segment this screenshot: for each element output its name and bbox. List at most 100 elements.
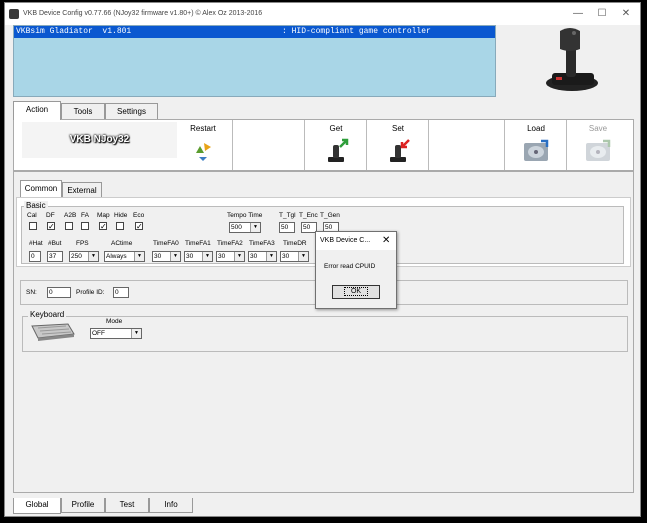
hide-label: Hide: [114, 212, 128, 219]
timefa1-value: 30: [186, 253, 194, 260]
t-enc-label: T_Enc: [299, 212, 318, 219]
keyboard-group-label: Keyboard: [28, 310, 67, 319]
set-button[interactable]: Set: [368, 120, 428, 170]
chevron-down-icon: ▼: [170, 252, 180, 261]
sn-input[interactable]: 0: [47, 287, 71, 298]
basic-group-label: Basic: [24, 201, 48, 210]
timefa2-value: 30: [218, 253, 226, 260]
tab-tools[interactable]: Tools: [61, 103, 105, 119]
load-label: Load: [527, 124, 545, 133]
toolbar-separator: [304, 120, 305, 170]
device-list[interactable]: VKBsim Gladiator v1.801 : HID-compliant …: [13, 25, 496, 97]
tab-action[interactable]: Action: [13, 101, 61, 120]
profile-id-input[interactable]: 0: [113, 287, 129, 298]
get-button[interactable]: Get: [306, 120, 366, 170]
hat-input[interactable]: 0: [29, 251, 41, 262]
get-label: Get: [329, 124, 343, 133]
t-tgl-input[interactable]: 50: [279, 222, 295, 233]
timefa3-label: TimeFA3: [249, 240, 275, 247]
tempo-time-label: Tempo Time: [227, 212, 263, 219]
profile-id-label: Profile ID:: [76, 289, 105, 296]
hat-label: #Hat: [29, 240, 43, 247]
title-bar: VKB Device Config v0.77.66 (NJoy32 firmw…: [5, 3, 640, 25]
restart-button[interactable]: Restart: [174, 120, 232, 170]
minimize-button[interactable]: —: [568, 8, 588, 20]
timefa2-select[interactable]: 30 ▼: [216, 251, 245, 262]
tab-global[interactable]: Global: [13, 498, 61, 514]
joystick-set-icon: [390, 139, 410, 162]
tab-settings[interactable]: Settings: [105, 103, 158, 119]
fps-label: FPS: [76, 240, 89, 247]
app-icon: [9, 9, 19, 19]
ok-label: OK: [343, 287, 369, 296]
save-label: Save: [588, 124, 608, 133]
device-list-item-selected[interactable]: VKBsim Gladiator v1.801 : HID-compliant …: [14, 26, 495, 38]
fps-select[interactable]: 250 ▼: [69, 251, 99, 262]
a2b-label: A2B: [64, 212, 77, 219]
but-input[interactable]: 37: [47, 251, 63, 262]
mode-label: Mode: [106, 318, 123, 325]
map-label: Map: [97, 212, 110, 219]
toolbar-separator: [504, 120, 505, 170]
dialog-title: VKB Device C...: [320, 237, 371, 244]
dialog-close-button[interactable]: ✕: [382, 235, 390, 246]
actime-select[interactable]: Always ▼: [104, 251, 145, 262]
fa-label: FA: [81, 212, 89, 219]
sn-label: SN:: [26, 289, 37, 296]
fa-checkbox[interactable]: [81, 222, 89, 230]
mode-select[interactable]: OFF ▼: [90, 328, 142, 339]
timefa0-select[interactable]: 30 ▼: [152, 251, 181, 262]
app-window: VKB Device Config v0.77.66 (NJoy32 firmw…: [4, 2, 641, 517]
tempo-time-select[interactable]: 500 ▼: [229, 222, 261, 233]
ok-button[interactable]: OK: [332, 285, 380, 299]
keyboard-icon: [31, 323, 75, 341]
tab-profile[interactable]: Profile: [61, 498, 105, 513]
tab-info[interactable]: Info: [149, 498, 193, 513]
timefa1-label: TimeFA1: [185, 240, 211, 247]
set-label: Set: [391, 124, 404, 133]
timefa1-select[interactable]: 30 ▼: [184, 251, 213, 262]
device-name: VKBsim Gladiator v1.801: [16, 27, 132, 36]
tab-common[interactable]: Common: [20, 180, 62, 197]
maximize-button[interactable]: ☐: [592, 8, 612, 20]
hide-checkbox[interactable]: [116, 222, 124, 230]
timefa3-value: 30: [250, 253, 258, 260]
chevron-down-icon: ▼: [234, 252, 244, 261]
disk-save-icon: [586, 139, 611, 161]
chevron-down-icon: ▼: [266, 252, 276, 261]
disk-load-icon: [524, 139, 549, 161]
timefa0-value: 30: [154, 253, 162, 260]
recycle-icon: [196, 143, 211, 161]
dialog-message: Error read CPUID: [324, 263, 376, 270]
tab-external[interactable]: External: [62, 182, 102, 197]
brand-logo: VKB NJoy32: [22, 122, 177, 158]
map-checkbox[interactable]: ✓: [99, 222, 107, 231]
df-checkbox[interactable]: ✓: [47, 222, 55, 231]
close-button[interactable]: ✕: [616, 8, 636, 20]
actime-label: ACtime: [111, 240, 133, 247]
chevron-down-icon: ▼: [202, 252, 212, 261]
toolbar-separator: [232, 120, 233, 170]
save-button[interactable]: Save: [568, 120, 628, 170]
toolbar-separator: [566, 120, 567, 170]
chevron-down-icon: ▼: [298, 252, 308, 261]
chevron-down-icon: ▼: [250, 223, 260, 232]
toolbar: VKB NJoy32 Restart Get Set Load Save: [13, 119, 634, 171]
tab-test[interactable]: Test: [105, 498, 149, 513]
device-type: : HID-compliant game controller: [282, 27, 431, 36]
timefa3-select[interactable]: 30 ▼: [248, 251, 277, 262]
a2b-checkbox[interactable]: [65, 222, 73, 230]
fps-value: 250: [71, 253, 82, 260]
actime-value: Always: [106, 253, 127, 260]
cal-checkbox[interactable]: [29, 222, 37, 230]
timedr-select[interactable]: 30 ▼: [280, 251, 309, 262]
mode-value: OFF: [92, 330, 105, 337]
tempo-time-value: 500: [231, 224, 242, 231]
eco-label: Eco: [133, 212, 145, 219]
eco-checkbox[interactable]: ✓: [135, 222, 143, 231]
cal-label: Cal: [27, 212, 37, 219]
timedr-value: 30: [282, 253, 290, 260]
chevron-down-icon: ▼: [88, 252, 98, 261]
load-button[interactable]: Load: [506, 120, 566, 170]
chevron-down-icon: ▼: [134, 252, 144, 261]
